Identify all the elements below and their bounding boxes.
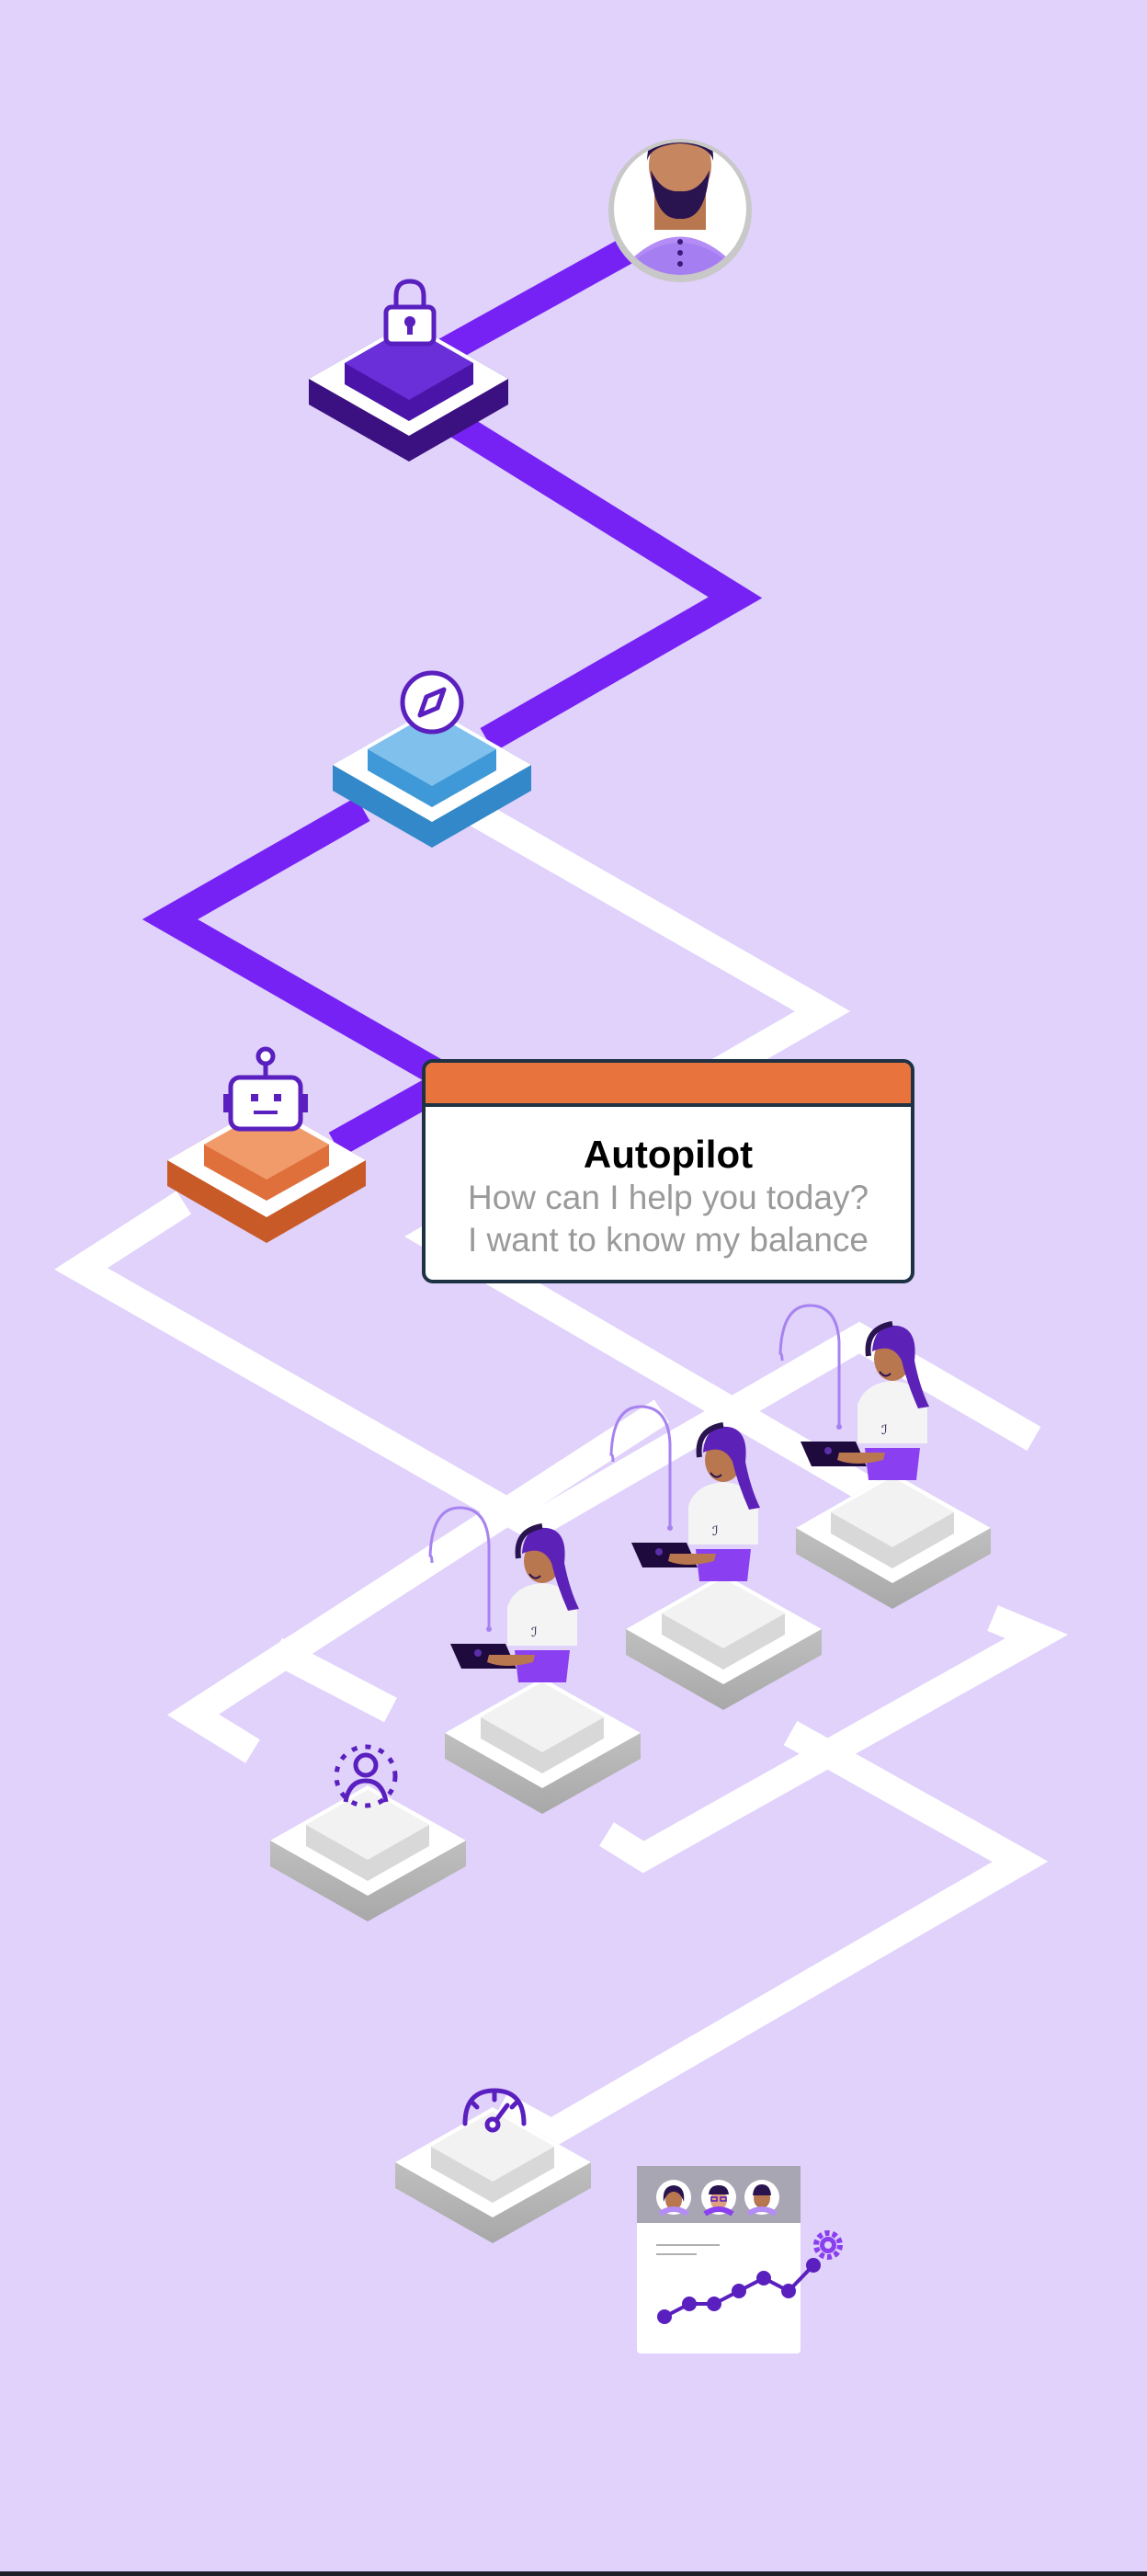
- trend-point: [707, 2297, 721, 2311]
- chat-message-user: I want to know my balance: [468, 1221, 869, 1259]
- robot-icon: [223, 1046, 308, 1132]
- agent-platform-middle: [626, 1574, 822, 1710]
- report-card: [637, 2166, 821, 2354]
- trend-point: [781, 2284, 796, 2298]
- trend-point: [682, 2297, 697, 2311]
- compass-icon: [400, 670, 464, 735]
- chat-title: Autopilot: [583, 1133, 754, 1176]
- chat-message-bot: How can I help you today?: [467, 1179, 869, 1216]
- svg-text:ℐ: ℐ: [881, 1422, 888, 1437]
- trend-point: [657, 2309, 672, 2324]
- svg-text:ℐ: ℐ: [712, 1523, 719, 1538]
- report-avatar-3: [744, 2180, 779, 2217]
- report-avatar-1: [656, 2180, 691, 2217]
- chat-header-bar: [426, 1063, 911, 1107]
- agent-platform-back: [796, 1473, 991, 1609]
- bottom-divider: [0, 2571, 1147, 2576]
- chat-popup: Autopilot How can I help you today? I wa…: [422, 1059, 914, 1283]
- customer-avatar-icon: [608, 139, 752, 282]
- agent-platform-front: [445, 1678, 641, 1814]
- report-avatar-2: [701, 2180, 736, 2217]
- journey-illustration: ℐ ℐ ℐ: [54, 139, 1069, 2354]
- gear-icon: [813, 2230, 843, 2260]
- lock-icon: [383, 279, 437, 347]
- trend-point: [732, 2284, 746, 2298]
- trend-point: [756, 2271, 771, 2285]
- svg-text:ℐ: ℐ: [531, 1624, 538, 1639]
- trend-point: [806, 2258, 821, 2273]
